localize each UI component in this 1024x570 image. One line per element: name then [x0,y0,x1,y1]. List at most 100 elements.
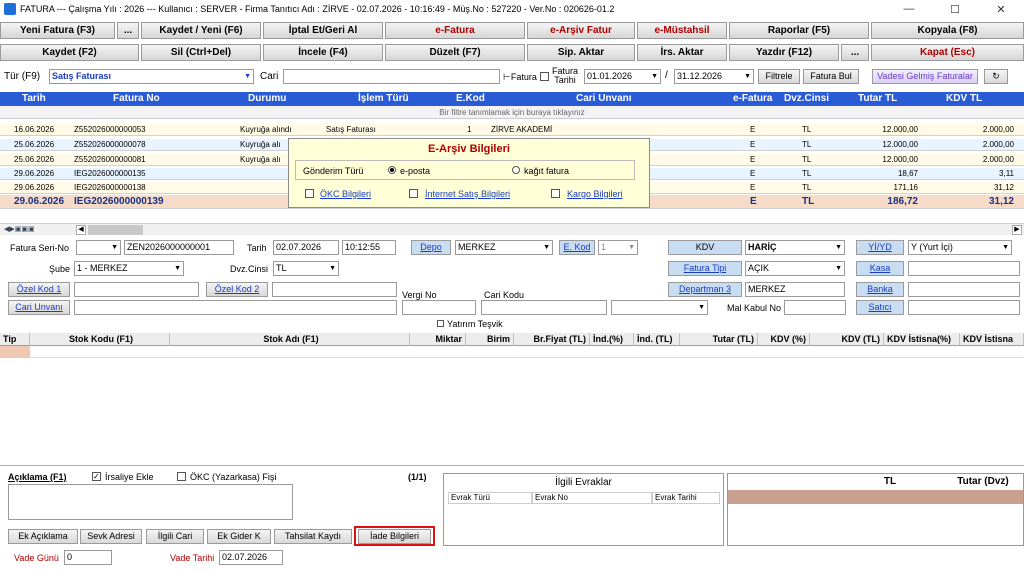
scroll-thumb[interactable] [88,225,143,235]
shipping-address-button[interactable]: Sevk Adresi [80,529,142,544]
type-select[interactable]: Satış Faturası [49,69,254,84]
extra-description-button[interactable]: Ek Açıklama [8,529,78,544]
col-cari-title[interactable]: Cari Unvanı [576,93,632,104]
doc-col-type[interactable]: Evrak Türü [448,492,532,504]
okc-checkbox[interactable] [305,189,314,198]
navigation-icons[interactable]: ◀▶▣▣▣ [4,225,54,234]
more-button-1[interactable]: ... [117,22,139,39]
col-status[interactable]: Durumu [248,93,286,104]
col-kdv[interactable]: KDV TL [946,93,982,104]
kdv-select[interactable]: HARİÇ [745,240,845,255]
scroll-right-icon[interactable]: ▶ [1012,225,1022,235]
cari-code-select[interactable] [611,300,708,315]
e-invoice-button[interactable]: e-Fatura [385,22,525,39]
currency-select[interactable]: TL [273,261,339,276]
detail-col-unit[interactable]: Birim [466,333,514,346]
close-form-button[interactable]: Kapat (Esc) [871,44,1024,61]
maximize-icon[interactable]: ☐ [932,3,978,16]
okc-link[interactable]: ÖKC Bilgileri [320,189,371,199]
bank-button[interactable]: Banka [856,282,904,297]
return-info-button[interactable]: İade Bilgileri [358,529,431,544]
date-from-input[interactable]: 01.01.2026 [584,69,661,84]
department-input[interactable]: MERKEZ [745,282,845,297]
series-input[interactable]: ZEN2026000000001 [124,240,234,255]
detail-col-kdv-pct[interactable]: KDV (%) [758,333,810,346]
special-code-2-input[interactable] [272,282,397,297]
doc-col-date[interactable]: Evrak Tarihi [652,492,720,504]
seller-input[interactable] [908,300,1020,315]
depo-button[interactable]: Depo [411,240,451,255]
col-date[interactable]: Tarih [22,93,46,104]
table-row[interactable]: 16.06.2026 Z552026000000053 Kuyruğa alın… [0,124,1024,136]
due-invoices-button[interactable]: Vadesi Gelmiş Faturalar [872,69,978,84]
cash-button[interactable]: Kasa [856,261,904,276]
paper-radio[interactable] [512,166,520,174]
save-button[interactable]: Kaydet (F2) [0,44,139,61]
cargo-checkbox[interactable] [551,189,560,198]
date-input[interactable]: 02.07.2026 [273,240,339,255]
description-textarea[interactable] [8,484,293,520]
branch-select[interactable]: 1 - MERKEZ [74,261,184,276]
col-e-invoice[interactable]: e-Fatura [733,93,772,104]
reports-button[interactable]: Raporlar (F5) [729,22,869,39]
cari-code-input[interactable] [481,300,607,315]
save-new-button[interactable]: Kaydet / Yeni (F6) [141,22,261,39]
waybill-checkbox[interactable]: ✓ [92,472,101,481]
minimize-icon[interactable]: — [886,3,932,16]
extra-cost-button[interactable]: Ek Gider K [207,529,271,544]
invoice-type-button[interactable]: Fatura Tipi [668,261,742,276]
order-transfer-button[interactable]: Sip. Aktar [527,44,635,61]
email-radio[interactable] [388,166,396,174]
col-currency[interactable]: Dvz.Cinsi [784,93,829,104]
col-process-type[interactable]: İşlem Türü [358,93,409,104]
detail-col-kdv-tl[interactable]: KDV (TL) [810,333,884,346]
detail-col-kdv-exempt[interactable]: KDV İstisna [960,333,1024,346]
col-invoice-no[interactable]: Fatura No [113,93,160,104]
detail-row[interactable] [30,346,1024,358]
detail-col-total[interactable]: Tutar (TL) [680,333,758,346]
depo-select[interactable]: MERKEZ [455,240,553,255]
cari-title-button[interactable]: Cari Unvanı [8,300,70,315]
copy-button[interactable]: Kopyala (F8) [871,22,1024,39]
tax-no-input[interactable] [402,300,476,315]
detail-col-type[interactable]: Tip [0,333,30,346]
more-button-2[interactable]: ... [841,44,869,61]
e-archive-button[interactable]: e-Arşiv Fatur [527,22,635,39]
cancel-restore-button[interactable]: İptal Et/Geri Al [263,22,383,39]
new-invoice-button[interactable]: Yeni Fatura (F3) [0,22,115,39]
detail-col-disc-pct[interactable]: İnd.(%) [590,333,634,346]
e-producer-button[interactable]: e-Müstahsil [637,22,727,39]
col-total[interactable]: Tutar TL [858,93,897,104]
special-code-1-button[interactable]: Özel Kod 1 [8,282,70,297]
detail-row-type-cell[interactable] [0,346,30,358]
detail-col-stock-code[interactable]: Stok Kodu (F1) [30,333,170,346]
time-input[interactable]: 10:12:55 [342,240,396,255]
date-to-input[interactable]: 31.12.2026 [674,69,754,84]
bank-input[interactable] [908,282,1020,297]
print-button[interactable]: Yazdır (F12) [729,44,839,61]
refresh-icon[interactable]: ↻ [984,69,1008,84]
grid-scrollbar[interactable]: ◀▶▣▣▣ ◀ ▶ [0,223,1024,235]
due-days-input[interactable]: 0 [64,550,112,565]
department-button[interactable]: Departman 3 [668,282,742,297]
internet-checkbox[interactable] [409,189,418,198]
yiyd-button[interactable]: Yİ/YD [856,240,904,255]
filter-button[interactable]: Filtrele [758,69,800,84]
invoice-type-select[interactable]: AÇIK [745,261,845,276]
due-date-input[interactable]: 02.07.2026 [219,550,283,565]
ekod-select[interactable]: 1 [598,240,638,255]
internet-link[interactable]: İnternet Satış Bilgileri [425,189,510,199]
cargo-link[interactable]: Kargo Bilgileri [567,189,623,199]
detail-col-qty[interactable]: Miktar [410,333,466,346]
close-icon[interactable]: ✕ [978,3,1024,16]
scroll-left-icon[interactable]: ◀ [76,225,86,235]
waybill-transfer-button[interactable]: İrs. Aktar [637,44,727,61]
detail-col-price[interactable]: Br.Fiyat (TL) [514,333,590,346]
cari-title-input[interactable] [74,300,397,315]
kdv-button[interactable]: KDV [668,240,742,255]
detail-col-disc-tl[interactable]: İnd. (TL) [634,333,680,346]
invoice-find-button[interactable]: Fatura Bul [803,69,859,84]
special-code-1-input[interactable] [74,282,199,297]
edit-button[interactable]: Düzelt (F7) [385,44,525,61]
doc-col-no[interactable]: Evrak No [532,492,652,504]
